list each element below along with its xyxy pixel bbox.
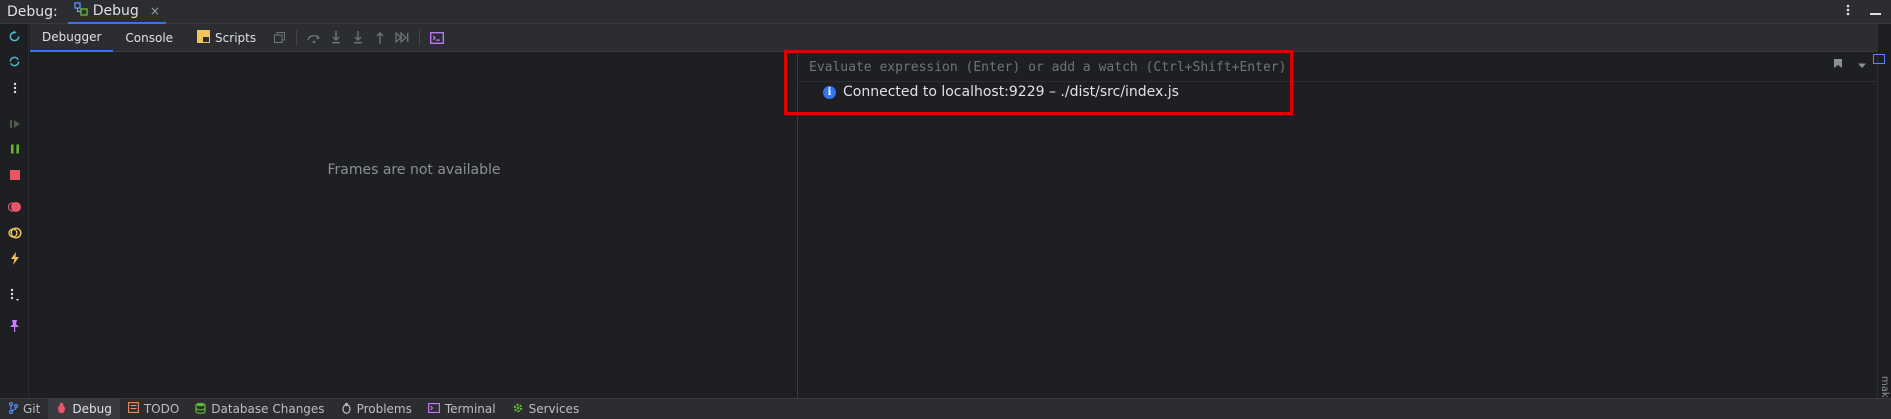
tool-terminal-label: Terminal: [444, 402, 496, 416]
tool-git[interactable]: Git: [0, 399, 48, 419]
run-to-cursor-icon[interactable]: [391, 27, 413, 49]
tool-terminal[interactable]: Terminal: [420, 399, 504, 419]
evaluate-expression-input[interactable]: [807, 56, 1331, 78]
problems-icon: [341, 402, 352, 417]
gear-icon: [512, 402, 524, 417]
close-icon[interactable]: ×: [150, 4, 160, 18]
tab-debugger-label: Debugger: [42, 29, 102, 44]
stop-icon[interactable]: [6, 166, 23, 183]
right-tool-strip: make: [1873, 24, 1891, 404]
connection-message: i Connected to localhost:9229 – ./dist/s…: [823, 84, 1179, 100]
tab-debug-label: Debug: [92, 2, 139, 19]
tool-debug-label: Debug: [72, 402, 112, 416]
bookmark-icon[interactable]: [1833, 58, 1843, 72]
toolbar-separator: [419, 29, 421, 46]
variables-pane: i Connected to localhost:9229 – ./dist/s…: [799, 52, 1877, 398]
debugger-toolbar: Debugger Console Scripts: [30, 24, 1891, 52]
tool-services[interactable]: Services: [504, 399, 588, 419]
info-icon: i: [823, 85, 836, 99]
tab-debug[interactable]: Debug ×: [67, 0, 166, 24]
tab-console[interactable]: Console: [113, 24, 185, 52]
tool-todo[interactable]: TODO: [120, 399, 187, 419]
force-step-into-icon[interactable]: [347, 27, 369, 49]
toolbar-separator: [296, 29, 298, 46]
debug-config-icon: [74, 1, 88, 20]
bug-icon: [56, 402, 67, 417]
step-into-icon[interactable]: [325, 27, 347, 49]
tool-services-label: Services: [528, 402, 580, 416]
chevron-down-icon[interactable]: [1857, 58, 1867, 72]
resume-icon[interactable]: [6, 115, 23, 132]
view-breakpoints-icon[interactable]: [6, 198, 23, 215]
tool-problems-label: Problems: [356, 402, 412, 416]
connection-message-text: Connected to localhost:9229 – ./dist/src…: [843, 84, 1179, 100]
git-branch-icon: [8, 401, 19, 417]
tool-database-changes-label: Database Changes: [211, 402, 325, 416]
layout-settings-icon[interactable]: [1873, 54, 1885, 64]
frames-pane: Frames are not available: [30, 52, 798, 398]
more-options-icon[interactable]: [1846, 4, 1850, 20]
tool-todo-label: TODO: [143, 402, 180, 416]
tab-scripts-label: Scripts: [215, 30, 257, 45]
terminal-icon: [427, 402, 440, 416]
minimize-icon[interactable]: [1870, 5, 1881, 20]
more-actions-icon[interactable]: [6, 79, 23, 96]
tool-database-changes[interactable]: Database Changes: [187, 399, 332, 419]
debug-side-toolbar: [0, 24, 29, 398]
restore-layout-icon[interactable]: [268, 27, 290, 49]
pin-icon[interactable]: [6, 317, 23, 334]
database-icon: [195, 402, 206, 417]
tool-debug[interactable]: Debug: [48, 399, 120, 419]
tool-git-label: Git: [23, 402, 41, 416]
frames-empty-message: Frames are not available: [327, 162, 501, 178]
lightning-icon[interactable]: [6, 250, 23, 267]
tab-console-label: Console: [125, 30, 174, 45]
panel-label: Debug:: [7, 3, 58, 20]
mute-breakpoints-icon[interactable]: [6, 224, 23, 241]
list-icon: [127, 402, 139, 416]
bottom-tool-bar: Git Debug TODO Database Changes Problems…: [0, 398, 1891, 419]
tab-debugger[interactable]: Debugger: [30, 24, 114, 52]
more-options-dropdown-icon[interactable]: [6, 286, 23, 303]
pause-icon[interactable]: [6, 140, 23, 157]
evaluate-bar: [799, 52, 1877, 82]
restart-icon[interactable]: [6, 53, 23, 70]
evaluate-expression-icon[interactable]: [426, 27, 448, 49]
javascript-file-icon: [197, 29, 211, 46]
rerun-icon[interactable]: [6, 28, 23, 45]
tab-scripts[interactable]: Scripts: [185, 24, 268, 52]
tool-problems[interactable]: Problems: [333, 399, 420, 419]
tool-window-header: Debug: Debug ×: [0, 0, 1891, 24]
step-out-icon[interactable]: [369, 27, 391, 49]
step-over-icon[interactable]: [303, 27, 325, 49]
